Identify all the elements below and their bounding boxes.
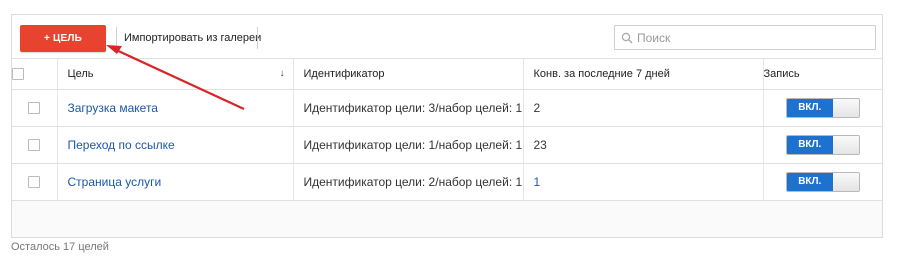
goal-cell: Загрузка макета bbox=[57, 89, 294, 127]
row-check-cell bbox=[12, 163, 58, 201]
search-placeholder: Поиск bbox=[637, 30, 671, 45]
goal-link[interactable]: Страница услуги bbox=[68, 175, 162, 189]
goal-identifier: Идентификатор цели: 1/набор целей: 1 bbox=[303, 137, 523, 152]
conversions-value: 2 bbox=[533, 100, 541, 115]
add-goal-button[interactable]: + ЦЕЛЬ bbox=[20, 25, 106, 52]
select-all-checkbox[interactable] bbox=[12, 67, 24, 80]
recording-toggle[interactable]: ВКЛ. bbox=[785, 134, 860, 155]
recording-cell: ВКЛ. bbox=[763, 89, 882, 127]
toggle-on-label: ВКЛ. bbox=[786, 172, 833, 191]
goals-table: Цель ↓ Идентификатор Конв. за последние … bbox=[12, 59, 882, 201]
toolbar-divider bbox=[116, 27, 117, 49]
goal-cell: Переход по ссылке bbox=[57, 126, 294, 164]
toggle-on-label: ВКЛ. bbox=[786, 98, 833, 117]
row-checkbox[interactable] bbox=[28, 176, 41, 189]
recording-toggle[interactable]: ВКЛ. bbox=[785, 97, 860, 118]
table-row: Страница услуги Идентификатор цели: 2/на… bbox=[12, 163, 882, 201]
conversions-value: 23 bbox=[533, 137, 547, 152]
header-goal[interactable]: Цель ↓ bbox=[57, 59, 294, 90]
header-identifier[interactable]: Идентификатор bbox=[293, 59, 524, 90]
table-row: Переход по ссылке Идентификатор цели: 1/… bbox=[12, 126, 882, 164]
header-recording: Запись bbox=[763, 59, 882, 90]
conversions-value[interactable]: 1 bbox=[534, 175, 541, 189]
goal-cell: Страница услуги bbox=[57, 163, 294, 201]
conversions-cell: 1 bbox=[523, 163, 764, 201]
row-checkbox[interactable] bbox=[28, 102, 41, 115]
sort-down-icon: ↓ bbox=[279, 67, 285, 79]
table-row: Загрузка макета Идентификатор цели: 3/на… bbox=[12, 89, 882, 127]
recording-cell: ВКЛ. bbox=[763, 163, 882, 201]
header-goal-label: Цель bbox=[67, 67, 94, 80]
search-input[interactable]: Поиск bbox=[614, 25, 876, 50]
remaining-goals-text: Осталось 17 целей bbox=[11, 241, 109, 253]
toolbar-divider bbox=[257, 27, 258, 49]
identifier-cell: Идентификатор цели: 2/набор целей: 1 bbox=[293, 163, 524, 201]
conversions-cell: 23 bbox=[523, 126, 764, 164]
toolbar: + ЦЕЛЬ Импортировать из галереи Поиск bbox=[12, 15, 882, 59]
toggle-knob bbox=[832, 98, 859, 117]
row-check-cell bbox=[12, 89, 58, 127]
import-from-gallery-button[interactable]: Импортировать из галереи bbox=[124, 32, 261, 44]
identifier-cell: Идентификатор цели: 3/набор целей: 1 bbox=[293, 89, 524, 127]
row-check-cell bbox=[12, 126, 58, 164]
goal-identifier: Идентификатор цели: 3/набор целей: 1 bbox=[303, 100, 523, 115]
row-checkbox[interactable] bbox=[28, 139, 41, 152]
header-conversions[interactable]: Конв. за последние 7 дней bbox=[523, 59, 764, 90]
goals-panel: + ЦЕЛЬ Импортировать из галереи Поиск Це… bbox=[11, 14, 883, 238]
goal-link[interactable]: Переход по ссылке bbox=[68, 138, 175, 152]
conversions-cell: 2 bbox=[523, 89, 764, 127]
toggle-knob bbox=[832, 135, 859, 154]
toggle-knob bbox=[832, 172, 859, 191]
goal-identifier: Идентификатор цели: 2/набор целей: 1 bbox=[303, 174, 523, 189]
select-all-header bbox=[12, 59, 58, 90]
identifier-cell: Идентификатор цели: 1/набор целей: 1 bbox=[293, 126, 524, 164]
recording-cell: ВКЛ. bbox=[763, 126, 882, 164]
table-header-row: Цель ↓ Идентификатор Конв. за последние … bbox=[12, 59, 882, 90]
goal-link[interactable]: Загрузка макета bbox=[68, 101, 158, 115]
toggle-on-label: ВКЛ. bbox=[786, 135, 833, 154]
recording-toggle[interactable]: ВКЛ. bbox=[785, 171, 860, 192]
search-icon bbox=[621, 32, 633, 43]
